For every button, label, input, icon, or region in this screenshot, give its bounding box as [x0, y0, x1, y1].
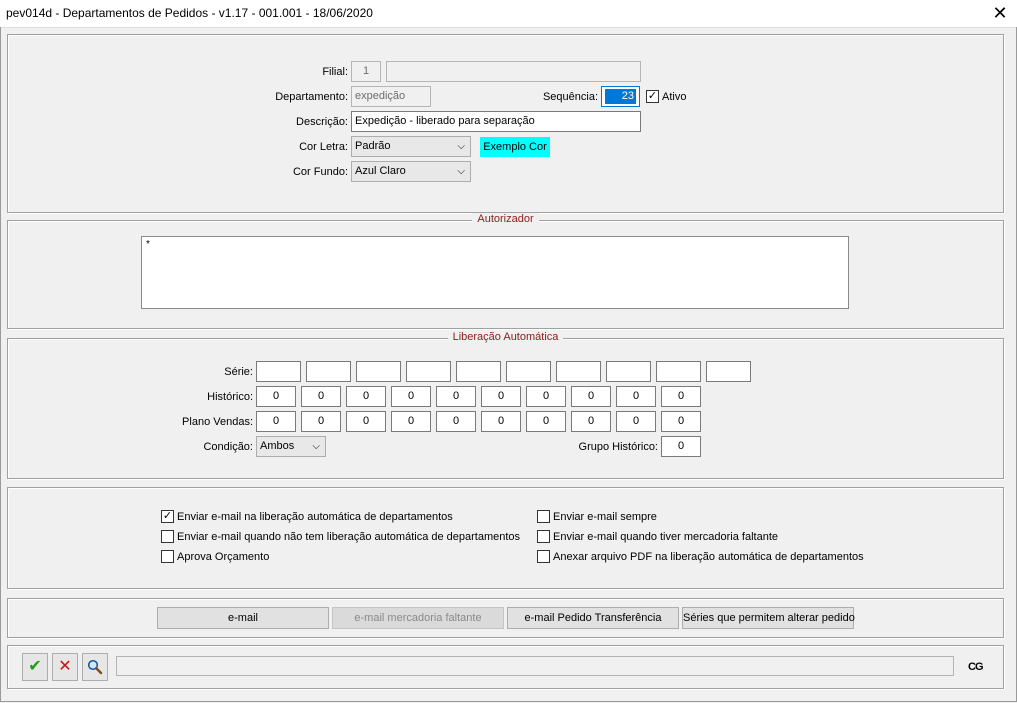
historico-input[interactable]: 0 [301, 386, 341, 407]
enviar-sem-liberacao-checkbox[interactable] [161, 530, 174, 543]
condicao-select[interactable]: Ambos ⌵ [256, 436, 326, 457]
ativo-checkbox[interactable]: ✓ [646, 90, 659, 103]
email-mercadoria-faltante-button[interactable]: e-mail mercadoria faltante [332, 607, 504, 629]
close-icon[interactable]: ✕ [991, 3, 1009, 23]
status-bar [116, 656, 954, 676]
descricao-input[interactable]: Expedição - liberado para separação [351, 111, 641, 132]
autorizador-list-item[interactable]: * [146, 239, 150, 250]
window-title: pev014d - Departamentos de Pedidos - v1.… [6, 6, 373, 20]
aprova-orcamento-label: Aprova Orçamento [177, 551, 270, 563]
search-button[interactable] [82, 653, 108, 681]
historico-input[interactable]: 0 [436, 386, 476, 407]
company-logo: CG [968, 661, 983, 673]
cor-letra-select[interactable]: Padrão ⌵ [351, 136, 471, 157]
descricao-label: Descrição: [296, 116, 348, 128]
exemplo-cor-swatch: Exemplo Cor [480, 137, 550, 157]
cor-letra-value: Padrão [355, 140, 391, 152]
historico-label: Histórico: [207, 391, 253, 403]
enviar-liberacao-checkbox[interactable]: ✓ [161, 510, 174, 523]
filial-description-field [386, 61, 641, 82]
aprova-orcamento-checkbox[interactable] [161, 550, 174, 563]
serie-input[interactable] [556, 361, 601, 382]
serie-input[interactable] [306, 361, 351, 382]
cor-fundo-label: Cor Fundo: [292, 166, 348, 178]
serie-input[interactable] [706, 361, 751, 382]
liberacao-panel: Liberação Automática [7, 331, 1004, 479]
historico-input[interactable]: 0 [661, 386, 701, 407]
plano-vendas-input[interactable]: 0 [661, 411, 701, 432]
serie-input[interactable] [656, 361, 701, 382]
enviar-liberacao-label: Enviar e-mail na liberação automática de… [177, 511, 453, 523]
condicao-label: Condição: [203, 441, 253, 453]
chevron-down-icon: ⌵ [457, 141, 465, 152]
enviar-sem-liberacao-label: Enviar e-mail quando não tem liberação a… [177, 531, 521, 543]
plano-vendas-input[interactable]: 0 [346, 411, 386, 432]
historico-input[interactable]: 0 [256, 386, 296, 407]
departamento-label: Departamento: [275, 91, 348, 103]
plano-vendas-input[interactable]: 0 [256, 411, 296, 432]
historico-input[interactable]: 0 [526, 386, 566, 407]
anexar-pdf-checkbox[interactable] [537, 550, 550, 563]
serie-label: Série: [224, 366, 253, 378]
historico-input[interactable]: 0 [346, 386, 386, 407]
anexar-pdf-label: Anexar arquivo PDF na liberação automáti… [553, 551, 864, 563]
check-icon: ✔ [28, 658, 42, 675]
cor-letra-label: Cor Letra: [299, 141, 348, 153]
filial-input[interactable]: 1 [351, 61, 381, 82]
cancel-button[interactable]: ✕ [52, 653, 78, 681]
plano-vendas-input[interactable]: 0 [391, 411, 431, 432]
confirm-button[interactable]: ✔ [22, 653, 48, 681]
x-icon: ✕ [58, 658, 72, 675]
ativo-label: Ativo [662, 91, 687, 103]
serie-input[interactable] [406, 361, 451, 382]
plano-vendas-input[interactable]: 0 [526, 411, 566, 432]
autorizador-list[interactable]: * [141, 236, 849, 309]
enviar-faltante-checkbox[interactable] [537, 530, 550, 543]
plano-vendas-input[interactable]: 0 [571, 411, 611, 432]
serie-input[interactable] [356, 361, 401, 382]
enviar-faltante-label: Enviar e-mail quando tiver mercadoria fa… [553, 531, 779, 543]
plano-vendas-input[interactable]: 0 [436, 411, 476, 432]
historico-input[interactable]: 0 [571, 386, 611, 407]
grupo-historico-label: Grupo Histórico: [578, 441, 658, 453]
serie-input[interactable] [606, 361, 651, 382]
departamento-input[interactable]: expedição [351, 86, 431, 107]
historico-input[interactable]: 0 [616, 386, 656, 407]
enviar-sempre-label: Enviar e-mail sempre [553, 511, 657, 523]
title-bar: pev014d - Departamentos de Pedidos - v1.… [0, 0, 1017, 28]
magnifier-icon [87, 659, 103, 675]
email-pedido-transferencia-button[interactable]: e-mail Pedido Transferência [507, 607, 679, 629]
chevron-down-icon: ⌵ [312, 441, 320, 452]
email-button[interactable]: e-mail [157, 607, 329, 629]
cor-fundo-value: Azul Claro [355, 165, 406, 177]
historico-input[interactable]: 0 [481, 386, 521, 407]
serie-input[interactable] [256, 361, 301, 382]
sequencia-value: 23 [605, 89, 636, 104]
autorizador-title: Autorizador [472, 213, 539, 225]
plano-vendas-input[interactable]: 0 [481, 411, 521, 432]
serie-input[interactable] [506, 361, 551, 382]
grupo-historico-input[interactable]: 0 [661, 436, 701, 457]
cor-fundo-select[interactable]: Azul Claro ⌵ [351, 161, 471, 182]
enviar-sempre-checkbox[interactable] [537, 510, 550, 523]
liberacao-title: Liberação Automática [447, 331, 564, 343]
sequencia-input[interactable]: 23 [601, 86, 640, 107]
condicao-value: Ambos [260, 440, 295, 452]
series-alterar-pedido-button[interactable]: Séries que permitem alterar pedido [682, 607, 855, 629]
plano-vendas-label: Plano Vendas: [182, 416, 253, 428]
filial-label: Filial: [322, 66, 348, 78]
sequencia-label: Sequência: [542, 91, 598, 103]
chevron-down-icon: ⌵ [457, 166, 465, 177]
serie-input[interactable] [456, 361, 501, 382]
plano-vendas-input[interactable]: 0 [301, 411, 341, 432]
plano-vendas-input[interactable]: 0 [616, 411, 656, 432]
historico-input[interactable]: 0 [391, 386, 431, 407]
